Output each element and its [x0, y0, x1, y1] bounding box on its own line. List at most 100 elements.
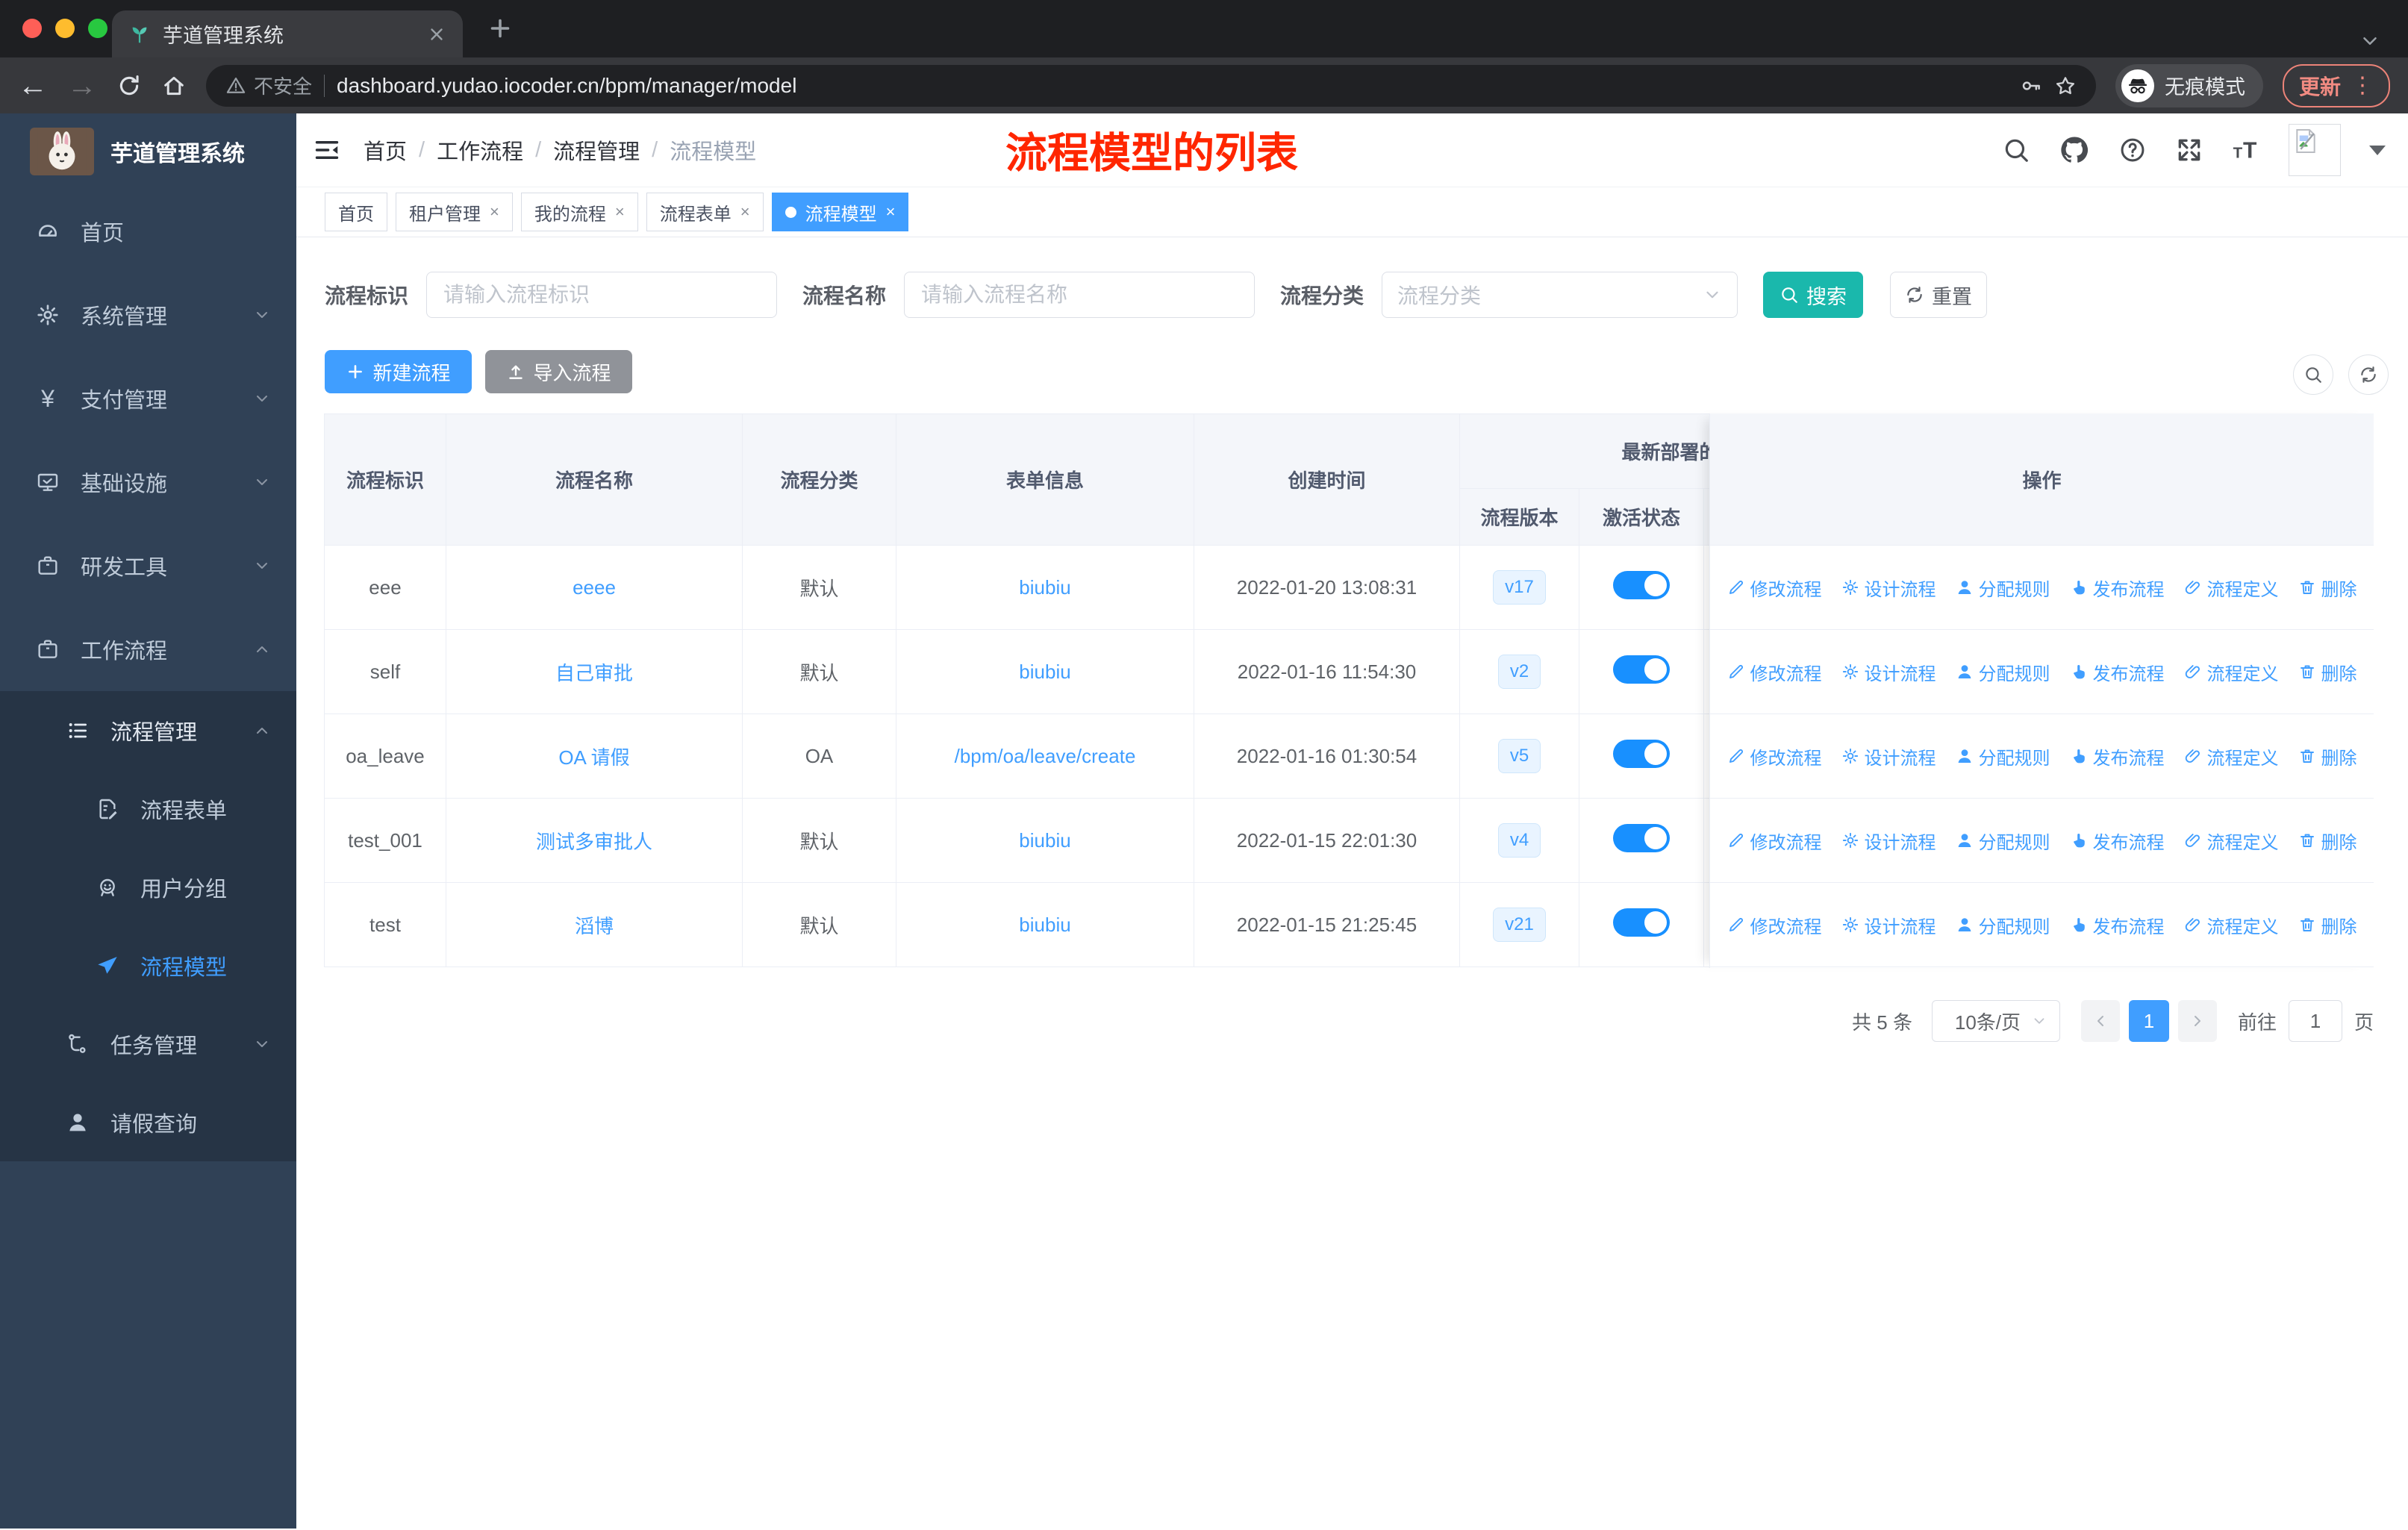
close-icon[interactable]: ×: [615, 202, 625, 222]
tab-search-chevron-icon[interactable]: [2359, 30, 2381, 52]
browser-menu-icon[interactable]: ⋮: [2351, 72, 2374, 99]
font-size-icon[interactable]: [2232, 136, 2260, 164]
avatar[interactable]: [2289, 124, 2341, 176]
version-badge[interactable]: v2: [1497, 654, 1541, 690]
tag-my-process[interactable]: 我的流程 ×: [520, 193, 638, 231]
form-link[interactable]: biubiu: [1019, 829, 1070, 852]
model-name-link[interactable]: eeee: [573, 576, 616, 599]
process-key-input[interactable]: [426, 272, 778, 318]
action-definition[interactable]: 流程定义: [2184, 743, 2279, 769]
prev-page-button[interactable]: [2080, 1000, 2120, 1042]
action-deploy[interactable]: 发布流程: [2070, 659, 2165, 685]
form-link[interactable]: biubiu: [1019, 576, 1070, 599]
reload-button[interactable]: [116, 73, 142, 99]
tag-home[interactable]: 首页: [325, 193, 387, 231]
action-deploy[interactable]: 发布流程: [2070, 575, 2165, 601]
active-toggle[interactable]: [1613, 823, 1670, 852]
model-name-link[interactable]: 自己审批: [555, 662, 633, 684]
sidebar-item-payment[interactable]: ¥ 支付管理: [0, 357, 296, 440]
fullscreen-icon[interactable]: [2175, 136, 2203, 164]
security-status[interactable]: 不安全: [225, 72, 312, 99]
breadcrumb-workflow[interactable]: 工作流程: [437, 134, 523, 166]
form-link[interactable]: biubiu: [1019, 661, 1070, 683]
sidebar-item-infra[interactable]: 基础设施: [0, 440, 296, 524]
next-page-button[interactable]: [2177, 1000, 2217, 1042]
action-update[interactable]: 修改流程: [1727, 659, 1822, 685]
close-window-button[interactable]: [22, 19, 42, 38]
action-delete[interactable]: 删除: [2298, 828, 2357, 854]
active-toggle[interactable]: [1613, 739, 1670, 768]
action-delete[interactable]: 删除: [2298, 575, 2357, 601]
model-name-link[interactable]: 滔博: [575, 915, 614, 937]
category-select[interactable]: 流程分类: [1382, 272, 1738, 318]
action-delete[interactable]: 删除: [2298, 912, 2357, 938]
reset-button[interactable]: 重置: [1890, 272, 1988, 318]
sidebar-collapse-icon[interactable]: [313, 136, 341, 164]
sidebar-item-task-management[interactable]: 任务管理: [0, 1005, 296, 1083]
close-icon[interactable]: ×: [740, 202, 750, 222]
help-icon[interactable]: [2118, 136, 2147, 164]
sidebar-item-process-model[interactable]: 流程模型: [0, 926, 296, 1005]
sidebar-item-user-group[interactable]: 用户分组: [0, 848, 296, 926]
action-deploy[interactable]: 发布流程: [2070, 912, 2165, 938]
sidebar-item-workflow[interactable]: 工作流程: [0, 608, 296, 691]
active-toggle[interactable]: [1613, 570, 1670, 599]
table-search-toggle-button[interactable]: [2293, 355, 2333, 395]
action-definition[interactable]: 流程定义: [2184, 828, 2279, 854]
sidebar-item-home[interactable]: 首页: [0, 190, 296, 273]
action-delete[interactable]: 删除: [2298, 743, 2357, 769]
tag-tenant[interactable]: 租户管理 ×: [396, 193, 513, 231]
action-design[interactable]: 设计流程: [1841, 575, 1936, 601]
version-badge[interactable]: v4: [1497, 822, 1541, 858]
tag-process-form[interactable]: 流程表单 ×: [646, 193, 764, 231]
github-icon[interactable]: [2059, 134, 2090, 166]
url-text[interactable]: dashboard.yudao.iocoder.cn/bpm/manager/m…: [337, 74, 2008, 98]
sidebar-item-process-management[interactable]: 流程管理: [0, 691, 296, 769]
browser-tab[interactable]: 芋道管理系统: [112, 10, 463, 57]
action-deploy[interactable]: 发布流程: [2070, 743, 2165, 769]
version-badge[interactable]: v21: [1493, 907, 1546, 943]
action-assign-rule[interactable]: 分配规则: [1956, 828, 2050, 854]
tab-close-icon[interactable]: [427, 25, 446, 44]
maximize-window-button[interactable]: [88, 19, 107, 38]
password-key-icon[interactable]: [2020, 75, 2042, 97]
model-name-link[interactable]: OA 请假: [558, 746, 629, 769]
action-update[interactable]: 修改流程: [1727, 912, 1822, 938]
action-deploy[interactable]: 发布流程: [2070, 828, 2165, 854]
sidebar-item-devtools[interactable]: 研发工具: [0, 524, 296, 608]
sidebar-item-system[interactable]: 系统管理: [0, 273, 296, 357]
model-name-link[interactable]: 测试多审批人: [536, 831, 652, 853]
form-link[interactable]: /bpm/oa/leave/create: [955, 745, 1136, 767]
action-design[interactable]: 设计流程: [1841, 828, 1936, 854]
action-update[interactable]: 修改流程: [1727, 575, 1822, 601]
action-design[interactable]: 设计流程: [1841, 912, 1936, 938]
address-bar[interactable]: 不安全 dashboard.yudao.iocoder.cn/bpm/manag…: [206, 64, 2096, 107]
browser-update-button[interactable]: 更新 ⋮: [2282, 63, 2390, 107]
bookmark-star-icon[interactable]: [2054, 75, 2077, 97]
active-toggle[interactable]: [1613, 908, 1670, 937]
new-tab-button[interactable]: [487, 15, 514, 42]
import-process-button[interactable]: 导入流程: [485, 350, 632, 393]
close-icon[interactable]: ×: [490, 202, 499, 222]
window-controls[interactable]: [22, 19, 107, 38]
action-assign-rule[interactable]: 分配规则: [1956, 575, 2050, 601]
action-design[interactable]: 设计流程: [1841, 743, 1936, 769]
form-link[interactable]: biubiu: [1019, 914, 1070, 936]
search-icon[interactable]: [2002, 136, 2030, 164]
action-design[interactable]: 设计流程: [1841, 659, 1936, 685]
action-delete[interactable]: 删除: [2298, 659, 2357, 685]
action-definition[interactable]: 流程定义: [2184, 575, 2279, 601]
version-badge[interactable]: v5: [1497, 738, 1541, 774]
goto-page-input[interactable]: [2288, 1000, 2342, 1042]
home-button[interactable]: [161, 73, 187, 99]
sidebar-item-leave-query[interactable]: 请假查询: [0, 1083, 296, 1161]
search-button[interactable]: 搜索: [1763, 272, 1864, 318]
breadcrumb-home[interactable]: 首页: [364, 134, 407, 166]
create-process-button[interactable]: 新建流程: [325, 350, 472, 393]
close-icon[interactable]: ×: [886, 202, 896, 222]
action-definition[interactable]: 流程定义: [2184, 912, 2279, 938]
minimize-window-button[interactable]: [55, 19, 75, 38]
page-1-button[interactable]: 1: [2128, 1000, 2169, 1042]
sidebar-item-process-form[interactable]: 流程表单: [0, 769, 296, 848]
avatar-caret-down-icon[interactable]: [2369, 145, 2386, 155]
